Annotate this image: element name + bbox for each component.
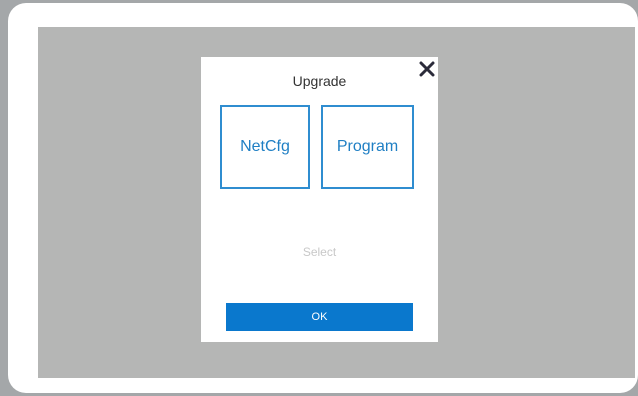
select-status-text: Select bbox=[302, 245, 337, 259]
close-button[interactable] bbox=[419, 61, 435, 77]
program-option-button[interactable]: Program bbox=[321, 105, 414, 189]
netcfg-option-button[interactable]: NetCfg bbox=[220, 105, 310, 189]
close-icon bbox=[419, 61, 435, 77]
upgrade-dialog: Upgrade NetCfg Program Select OK bbox=[201, 57, 438, 342]
ok-button[interactable]: OK bbox=[226, 303, 413, 331]
dialog-title: Upgrade bbox=[292, 73, 347, 89]
